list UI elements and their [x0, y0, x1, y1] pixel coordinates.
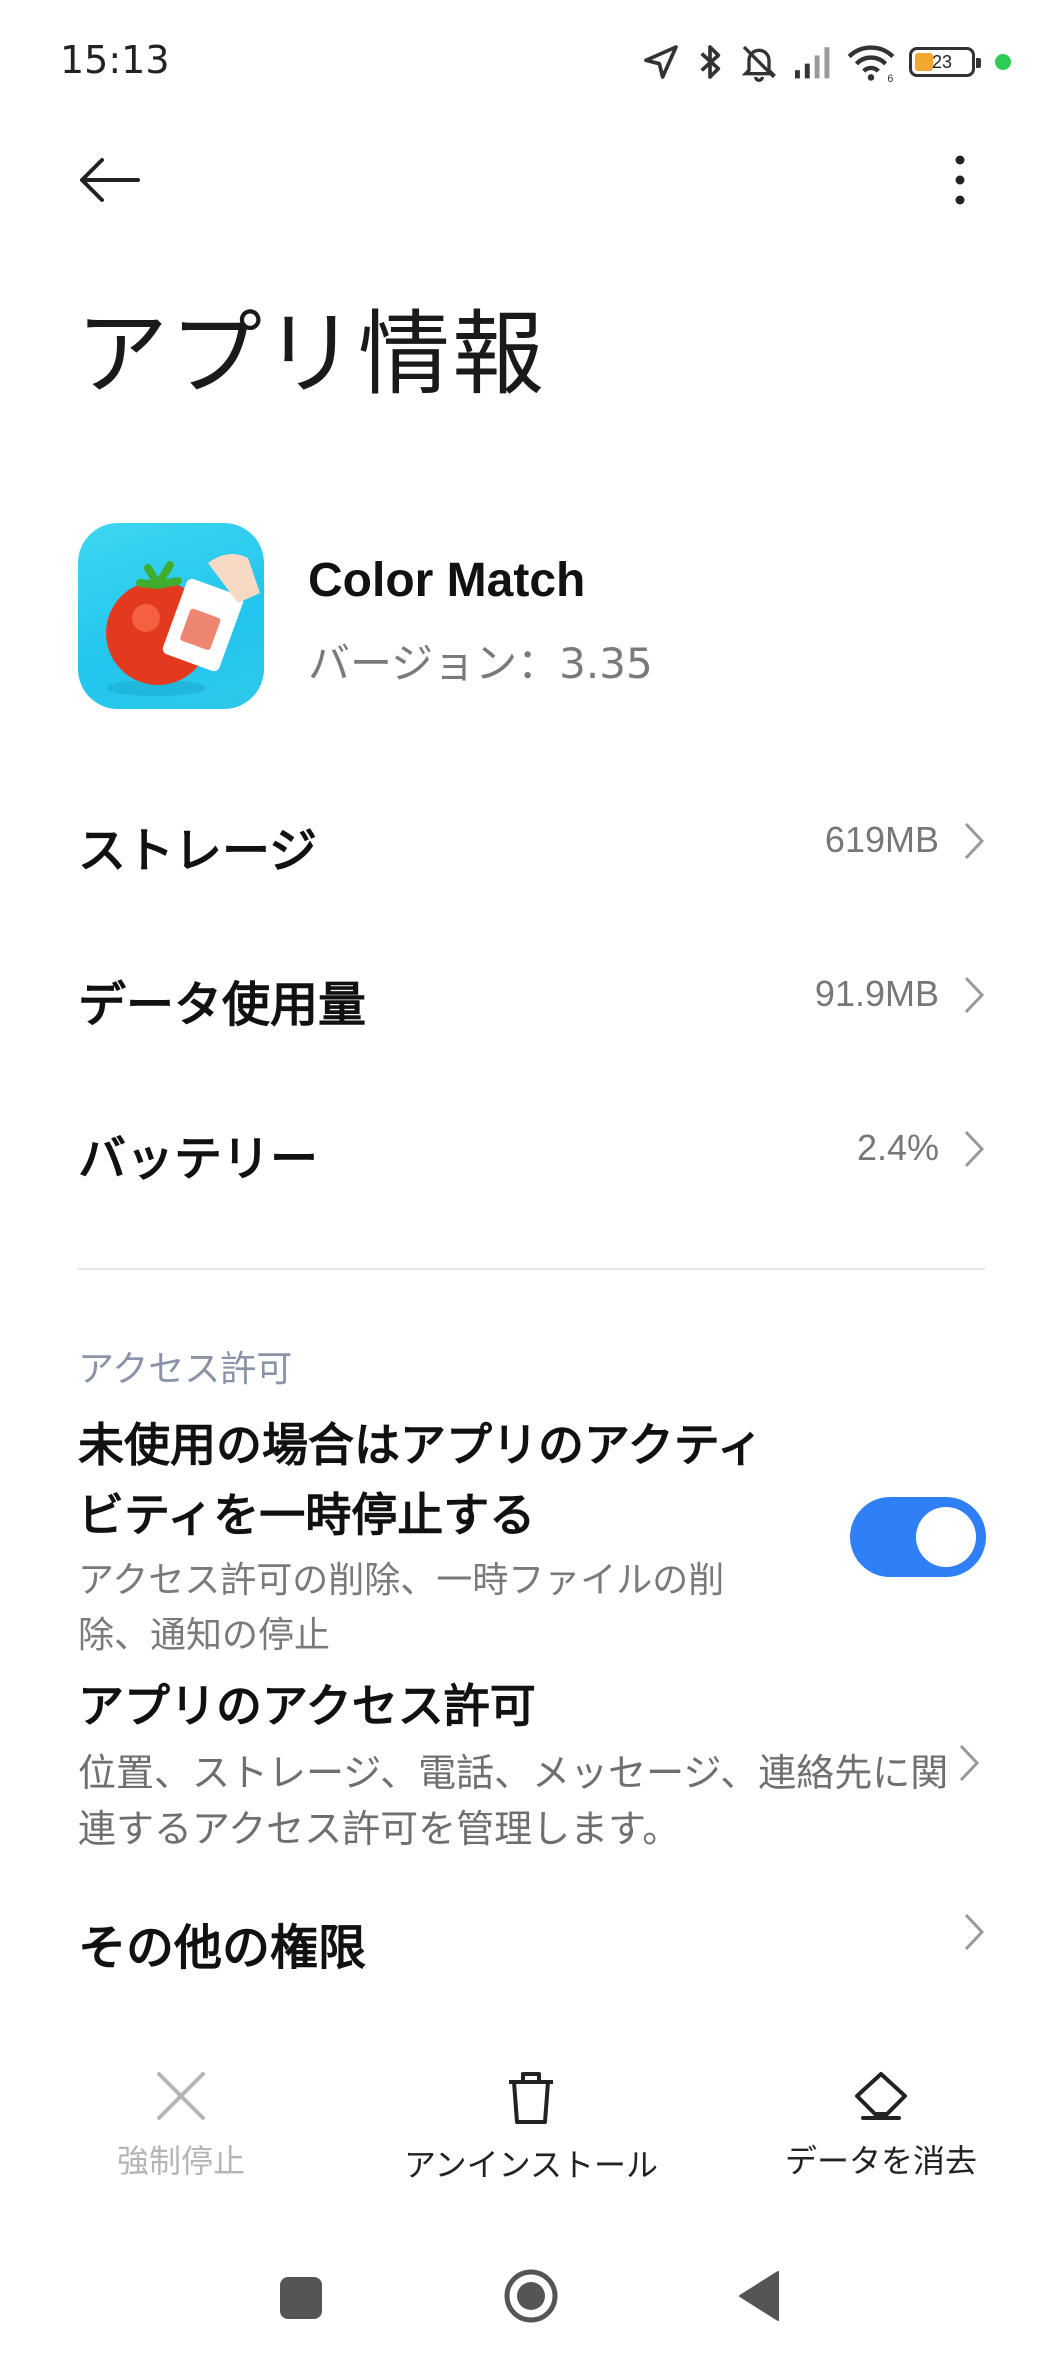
- data-usage-row[interactable]: データ使用量 91.9MB: [0, 927, 1063, 1057]
- storage-value: 619MB: [824, 819, 939, 860]
- status-time: 15:13: [60, 38, 170, 82]
- battery-value: 2.4%: [856, 1127, 939, 1168]
- chevron-right-icon: [964, 976, 985, 1014]
- back-triangle-button[interactable]: [738, 2270, 780, 2322]
- data-usage-label: データ使用量: [78, 977, 367, 1033]
- data-usage-value: 91.9MB: [814, 973, 939, 1014]
- back-button[interactable]: [70, 140, 150, 220]
- app-version: バージョン：3.35: [308, 639, 653, 688]
- app-permissions-description: 位置、ストレージ、電話、メッセージ、連絡先に関連するアクセス許可を管理します。: [78, 1751, 949, 1851]
- storage-row[interactable]: ストレージ 619MB: [0, 773, 1063, 903]
- app-permissions-title[interactable]: アプリのアクセス許可: [78, 1670, 536, 1736]
- eraser-icon: [855, 2072, 907, 2120]
- section-header-permissions: アクセス許可: [78, 1349, 293, 1390]
- battery-row[interactable]: バッテリー 2.4%: [0, 1081, 1063, 1211]
- battery-label: バッテリー: [78, 1131, 319, 1187]
- location-icon: [644, 45, 678, 79]
- signal-icon: [795, 47, 830, 79]
- force-stop-button[interactable]: 強制停止: [31, 2070, 331, 2200]
- page-title: アプリ情報: [76, 301, 547, 408]
- other-permissions-row[interactable]: その他の権限: [0, 1880, 1063, 1990]
- toggle-knob: [916, 1507, 976, 1567]
- force-stop-label: 強制停止: [116, 2142, 245, 2180]
- clear-data-label: データを消去: [784, 2142, 977, 2180]
- trash-icon: [509, 2072, 553, 2124]
- chevron-right-icon: [964, 822, 985, 860]
- battery-icon: 23: [909, 47, 981, 77]
- close-icon: [157, 2072, 205, 2120]
- clear-data-button[interactable]: データを消去: [731, 2070, 1031, 2200]
- bluetooth-icon: [700, 45, 721, 79]
- battery-level: 23: [931, 51, 953, 72]
- pause-activity-title: 未使用の場合はアプリのアクティビティを一時停止する: [78, 1418, 763, 1542]
- arrow-left-icon: [80, 158, 140, 202]
- tomato-card-icon: [106, 554, 260, 696]
- other-permissions-label: その他の権限: [78, 1920, 367, 1976]
- more-options-button[interactable]: [930, 140, 990, 220]
- app-name: Color Match: [308, 554, 586, 607]
- wifi-icon: 6: [847, 45, 895, 82]
- kebab-menu-icon: [955, 155, 965, 205]
- app-icon: [78, 523, 264, 709]
- recents-button[interactable]: [280, 2277, 322, 2319]
- uninstall-button[interactable]: アンインストール: [381, 2070, 681, 2200]
- status-icons: 6 23: [641, 34, 1011, 90]
- uninstall-label: アンインストール: [403, 2146, 659, 2184]
- privacy-indicator-dot: [995, 54, 1011, 70]
- pause-activity-toggle[interactable]: [850, 1497, 986, 1577]
- chevron-right-icon: [964, 1130, 985, 1168]
- divider: [78, 1268, 985, 1270]
- storage-label: ストレージ: [78, 823, 318, 879]
- mute-icon: [741, 45, 777, 82]
- home-button[interactable]: [503, 2268, 559, 2324]
- pause-activity-description: アクセス許可の削除、一時ファイルの削除、通知の停止: [78, 1560, 725, 1656]
- chevron-right-icon: [959, 1744, 980, 1782]
- svg-text:6: 6: [887, 73, 893, 82]
- chevron-right-icon: [964, 1913, 985, 1951]
